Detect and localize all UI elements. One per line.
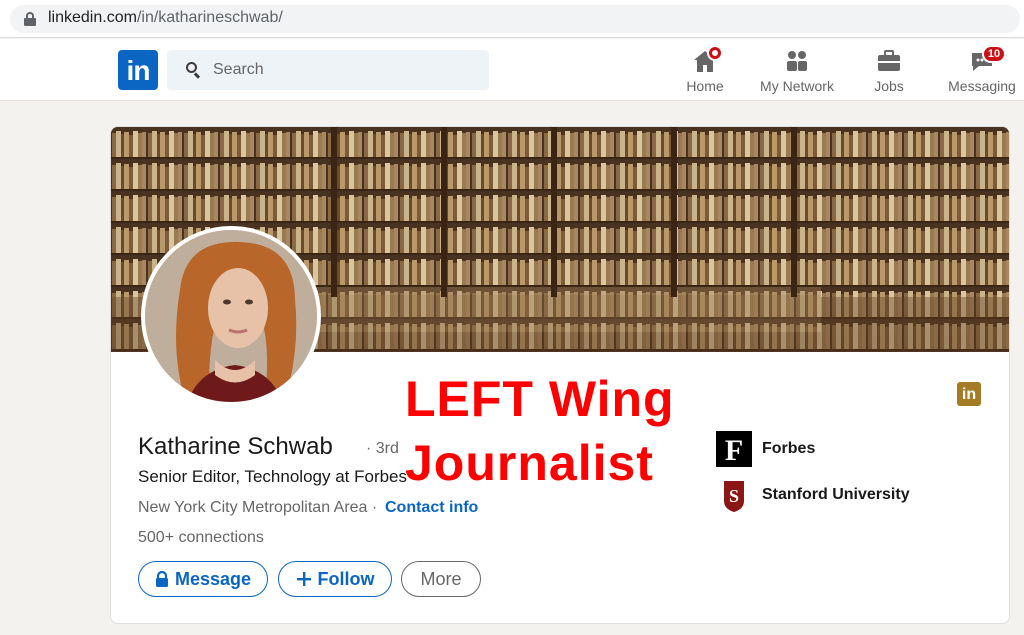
nav-label-home: Home	[686, 78, 724, 94]
org-name-stanford: Stanford University	[762, 486, 910, 503]
forbes-logo-letter: F	[725, 434, 743, 467]
connections-count[interactable]: 500+ connections	[138, 529, 264, 547]
search-icon	[186, 62, 201, 79]
linkedin-premium-icon: in	[957, 382, 981, 406]
nav-label-messaging: Messaging	[948, 78, 1016, 94]
search-box[interactable]	[167, 50, 489, 90]
network-icon	[787, 51, 807, 71]
more-button[interactable]: More	[401, 561, 481, 597]
plus-icon	[296, 572, 311, 586]
message-button-label: Message	[174, 568, 252, 589]
stanford-logo-icon: S	[716, 477, 752, 513]
top-navigation: in Home My Network Jobs	[0, 39, 1024, 101]
briefcase-icon	[878, 50, 900, 71]
nav-item-jobs[interactable]: Jobs	[862, 45, 916, 97]
follow-button-label: Follow	[317, 568, 375, 589]
message-button[interactable]: Message	[138, 561, 268, 597]
profile-location: New York City Metropolitan Area ·	[138, 499, 378, 516]
profile-headline: Senior Editor, Technology at Forbes	[138, 467, 408, 486]
lock-icon[interactable]	[24, 12, 36, 26]
nav-item-my-network[interactable]: My Network	[752, 45, 842, 97]
nav-item-messaging[interactable]: 10 Messaging	[944, 45, 1020, 97]
contact-info-link[interactable]: Contact info	[385, 499, 478, 517]
forbes-logo-icon: F	[716, 431, 752, 467]
search-input[interactable]	[213, 59, 473, 81]
profile-name: Katharine Schwab	[138, 433, 333, 460]
profile-photo-image	[145, 230, 317, 402]
browser-address-bar: linkedin.com/in/katharineschwab/	[0, 0, 1024, 38]
url-host: linkedin.com	[48, 9, 137, 26]
follow-button[interactable]: Follow	[278, 561, 392, 597]
url-path: /in/katharineschwab/	[136, 9, 283, 26]
nav-label-jobs: Jobs	[874, 78, 904, 94]
messaging-badge: 10	[982, 45, 1006, 63]
more-button-label: More	[420, 568, 462, 589]
overlay-text-line-2: Journalist	[405, 435, 654, 491]
overlay-text-line-1: LEFT Wing	[405, 371, 675, 427]
profile-photo[interactable]	[141, 226, 321, 406]
lock-icon	[155, 571, 168, 587]
url-text[interactable]: linkedin.com/in/katharineschwab/	[48, 9, 283, 27]
nav-label-my-network: My Network	[760, 78, 834, 94]
nav-item-home[interactable]: Home	[676, 45, 734, 97]
home-notification-dot	[707, 45, 723, 61]
linkedin-logo[interactable]: in	[118, 50, 158, 90]
org-name-forbes: Forbes	[762, 440, 816, 457]
stanford-logo-letter: S	[729, 486, 739, 506]
connection-degree: · 3rd	[366, 440, 399, 457]
